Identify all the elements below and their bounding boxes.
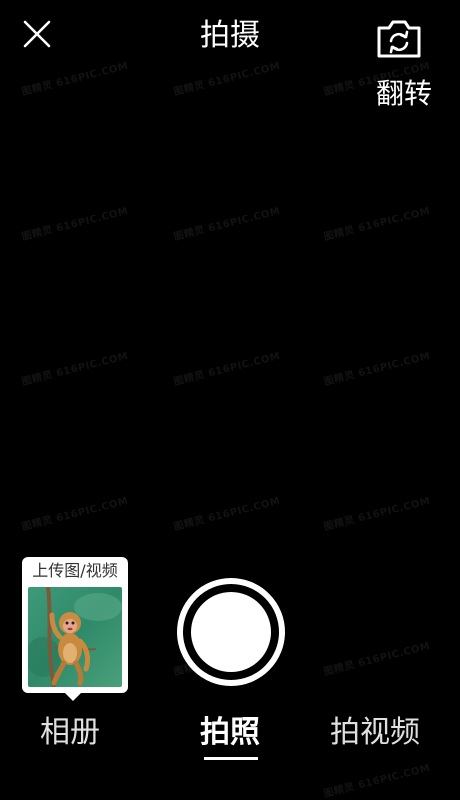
watermark: 图精灵 616PIC.COM <box>20 495 130 534</box>
watermark: 图精灵 616PIC.COM <box>20 205 130 244</box>
watermark: 图精灵 616PIC.COM <box>172 60 282 99</box>
watermark: 图精灵 616PIC.COM <box>172 205 282 244</box>
watermark: 图精灵 616PIC.COM <box>322 495 432 534</box>
monkey-photo <box>28 587 122 687</box>
camera-flip-icon <box>377 20 421 58</box>
tab-photo[interactable]: 拍照 <box>200 710 260 756</box>
watermark: 图精灵 616PIC.COM <box>322 640 432 679</box>
tab-video[interactable]: 拍视频 <box>330 710 420 756</box>
shutter-inner <box>191 592 271 672</box>
watermark: 图精灵 616PIC.COM <box>20 350 130 389</box>
flip-camera-button[interactable] <box>375 16 423 60</box>
upload-album-card[interactable]: 上传图/视频 <box>22 557 128 701</box>
watermark: 图精灵 616PIC.COM <box>322 205 432 244</box>
shutter-button[interactable] <box>177 578 285 686</box>
album-thumbnail <box>28 587 122 687</box>
active-tab-indicator <box>204 757 258 760</box>
watermark: 图精灵 616PIC.COM <box>322 350 432 389</box>
tab-album[interactable]: 相册 <box>40 710 100 756</box>
flip-label[interactable]: 翻转 <box>376 74 432 114</box>
watermark: 图精灵 616PIC.COM <box>322 762 432 800</box>
watermark: 图精灵 616PIC.COM <box>20 60 130 99</box>
upload-caption: 上传图/视频 <box>32 561 118 580</box>
watermark: 图精灵 616PIC.COM <box>172 495 282 534</box>
watermark: 图精灵 616PIC.COM <box>172 350 282 389</box>
